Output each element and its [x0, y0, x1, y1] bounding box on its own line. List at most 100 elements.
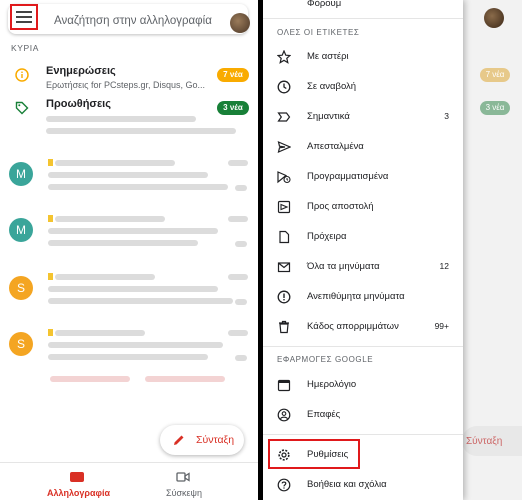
- all-mail-icon: [277, 262, 291, 273]
- blurred-text: [228, 216, 248, 222]
- drawer-item-label: Ημερολόγιο: [307, 379, 357, 390]
- drawer-item-label: Πρόχειρα: [307, 231, 347, 242]
- sender-avatar[interactable]: M: [9, 218, 33, 242]
- send-icon: [277, 140, 291, 154]
- attachment-chip[interactable]: [145, 376, 225, 382]
- star-icon: [277, 50, 291, 64]
- section-label-primary: ΚΥΡΙΑ: [11, 43, 40, 53]
- mail-icon[interactable]: [70, 472, 84, 482]
- compose-button[interactable]: Σύνταξη: [160, 425, 244, 455]
- importance-marker: [48, 159, 53, 166]
- trash-icon: [279, 320, 289, 334]
- drawer-item-trash[interactable]: Κάδος απορριμμάτων 99+: [263, 315, 463, 339]
- search-bar[interactable]: Αναζήτηση στην αλληλογραφία: [8, 4, 250, 34]
- blurred-text: [235, 241, 247, 247]
- updates-badge: 7 νέα: [217, 68, 249, 82]
- settings-highlight-box: [268, 439, 360, 469]
- bottom-navigation: Αλληλογραφία Σύσκεψη: [0, 462, 258, 500]
- info-icon: [15, 68, 29, 82]
- drawer-item-label: Απεσταλμένα: [307, 141, 364, 152]
- blurred-text: [235, 355, 247, 361]
- blurred-text: [48, 298, 233, 304]
- drawer-separator: [263, 346, 463, 347]
- outbox-icon: [277, 200, 291, 214]
- drawer-item-snoozed[interactable]: Σε αναβολή: [263, 75, 463, 99]
- drawer-item-drafts[interactable]: Πρόχειρα: [263, 225, 463, 249]
- blurred-text: [228, 274, 248, 280]
- importance-marker: [48, 215, 53, 222]
- search-input[interactable]: Αναζήτηση στην αλληλογραφία: [54, 15, 212, 27]
- blurred-text: [235, 185, 247, 191]
- screenshot-root: Αναζήτηση στην αλληλογραφία ΚΥΡΙΑ Ενημερ…: [0, 0, 522, 500]
- clock-icon: [277, 80, 291, 94]
- blurred-text: [235, 299, 247, 305]
- compose-label: Σύνταξη: [196, 434, 235, 446]
- tag-icon: [15, 101, 29, 115]
- video-camera-icon[interactable]: [176, 471, 190, 483]
- drawer-item-count: 99+: [434, 321, 449, 331]
- menu-icon[interactable]: [16, 11, 32, 23]
- drawer-item-label: Προγραμματισμένα: [307, 171, 389, 182]
- nav-meet-label[interactable]: Σύσκεψη: [166, 488, 202, 498]
- drawer-item-help[interactable]: Βοήθεια και σχόλια: [263, 473, 463, 497]
- blurred-text: [55, 216, 165, 222]
- blurred-text: [55, 160, 175, 166]
- drawer-item-label: Φόρουμ: [307, 0, 342, 9]
- drawer-section-google-apps: ΕΦΑΡΜΟΓΕΣ GOOGLE: [277, 355, 374, 364]
- drawer-separator: [263, 434, 463, 435]
- drawer-item-starred[interactable]: Με αστέρι: [263, 45, 463, 69]
- category-promotions-title[interactable]: Προωθήσεις: [46, 98, 111, 110]
- blurred-text: [48, 228, 218, 234]
- drawer-item-label: Βοήθεια και σχόλια: [307, 479, 387, 490]
- nav-mail-label[interactable]: Αλληλογραφία: [47, 488, 110, 498]
- inbox-panel: Αναζήτηση στην αλληλογραφία ΚΥΡΙΑ Ενημερ…: [0, 0, 258, 500]
- drawer-item-label: Σημαντικά: [307, 111, 350, 122]
- sender-avatar[interactable]: S: [9, 332, 33, 356]
- drawer-item-label: Προς αποστολή: [307, 201, 374, 212]
- importance-marker: [48, 273, 53, 280]
- help-icon: [277, 478, 291, 492]
- drawer-separator: [263, 18, 463, 19]
- drawer-item-label: Κάδος απορριμμάτων: [307, 321, 399, 332]
- drawer-item-outbox[interactable]: Προς αποστολή: [263, 195, 463, 219]
- drawer-item-calendar[interactable]: Ημερολόγιο: [263, 373, 463, 397]
- drawer-item-important[interactable]: Σημαντικά 3: [263, 105, 463, 129]
- drawer-item-forums[interactable]: Φόρουμ: [263, 0, 463, 16]
- blurred-text: [228, 160, 248, 166]
- navigation-drawer: Φόρουμ ΟΛΕΣ ΟΙ ΕΤΙΚΕΤΕΣ Με αστέρι Σε ανα…: [263, 0, 463, 500]
- drawer-item-label: Ανεπιθύμητα μηνύματα: [307, 291, 405, 302]
- drawer-item-label: Με αστέρι: [307, 51, 349, 62]
- spam-icon: [277, 290, 291, 304]
- account-avatar[interactable]: [230, 13, 250, 33]
- importance-marker: [48, 329, 53, 336]
- scheduled-send-icon: [277, 171, 291, 184]
- category-updates-title[interactable]: Ενημερώσεις: [46, 65, 116, 77]
- account-avatar-dimmed: [484, 8, 504, 28]
- drawer-item-all-mail[interactable]: Όλα τα μηνύματα 12: [263, 255, 463, 279]
- drawer-item-label: Σε αναβολή: [307, 81, 357, 92]
- sender-avatar[interactable]: M: [9, 162, 33, 186]
- sender-avatar[interactable]: S: [9, 276, 33, 300]
- drawer-item-count: 12: [439, 261, 449, 271]
- draft-icon: [279, 230, 290, 244]
- drawer-item-count: 3: [444, 111, 449, 121]
- promotions-badge-dimmed: 3 νέα: [480, 101, 510, 115]
- pencil-icon: [174, 435, 184, 445]
- blurred-text: [46, 116, 196, 122]
- contacts-icon: [277, 408, 291, 422]
- blurred-text: [48, 286, 218, 292]
- drawer-section-all-labels: ΟΛΕΣ ΟΙ ΕΤΙΚΕΤΕΣ: [277, 28, 360, 37]
- drawer-item-label: Επαφές: [307, 409, 341, 420]
- drawer-item-scheduled[interactable]: Προγραμματισμένα: [263, 165, 463, 189]
- drawer-item-label: Όλα τα μηνύματα: [307, 261, 380, 272]
- blurred-text: [46, 128, 236, 134]
- blurred-text: [55, 274, 155, 280]
- drawer-item-spam[interactable]: Ανεπιθύμητα μηνύματα: [263, 285, 463, 309]
- blurred-text: [48, 342, 223, 348]
- blurred-text: [228, 330, 248, 336]
- drawer-item-sent[interactable]: Απεσταλμένα: [263, 135, 463, 159]
- calendar-icon: [277, 379, 291, 392]
- attachment-chip[interactable]: [50, 376, 130, 382]
- drawer-item-contacts[interactable]: Επαφές: [263, 403, 463, 427]
- updates-badge-dimmed: 7 νέα: [480, 68, 510, 82]
